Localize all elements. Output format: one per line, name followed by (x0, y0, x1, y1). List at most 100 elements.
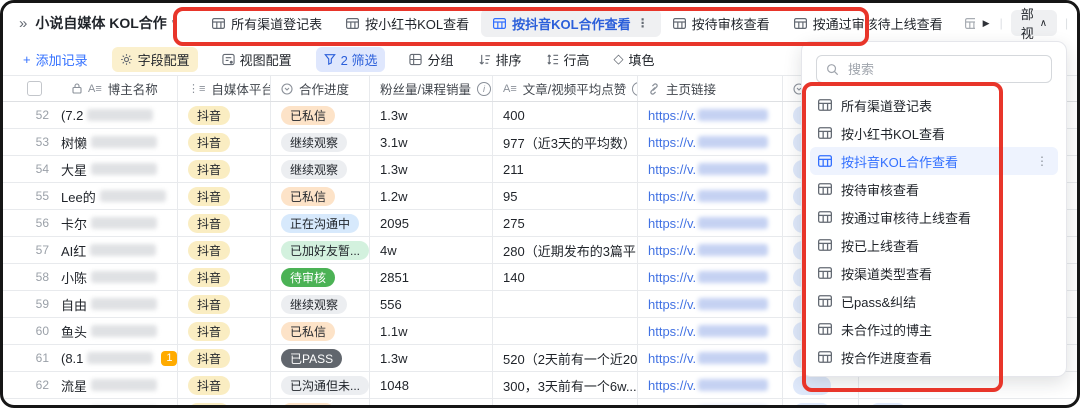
cell-likes[interactable]: 275 (493, 210, 638, 236)
group-button[interactable]: 分组 (409, 50, 454, 69)
view-item-more-icon[interactable]: ⋮ (1036, 154, 1048, 168)
cell-progress[interactable]: 已沟通但未... (271, 372, 370, 398)
cell-name[interactable]: 55 Lee的 (3, 183, 178, 209)
add-record-button[interactable]: + 添加记录 (23, 50, 88, 69)
view-tab[interactable]: 按待审核查看 (661, 9, 782, 37)
row-height-button[interactable]: 行高 (546, 50, 590, 69)
cell-likes[interactable]: 520（2天前有一个近20... (493, 345, 638, 371)
cell-fans[interactable]: 1.3w (370, 156, 493, 182)
cell-name[interactable]: 58 小陈 (3, 264, 178, 290)
cell-platform[interactable]: 抖音 (178, 318, 271, 344)
profile-link[interactable]: https://v. (648, 405, 696, 406)
cell-name[interactable]: 54 大星 (3, 156, 178, 182)
view-tab-truncated[interactable]: 按 (955, 9, 975, 37)
cell-link[interactable]: https://v. (638, 291, 783, 317)
cell-link[interactable]: https://v. (638, 237, 783, 263)
cell-progress[interactable]: 继续观察 (271, 291, 370, 317)
profile-link[interactable]: https://v. (648, 135, 696, 150)
cell-likes[interactable] (493, 291, 638, 317)
info-icon[interactable]: i (476, 81, 491, 96)
cell-progress[interactable]: 已私信 (271, 318, 370, 344)
cell-platform[interactable]: 抖音 (178, 210, 271, 236)
header-name[interactable]: A≡ 博主名称 (3, 76, 178, 101)
cell-fans[interactable]: 2851 (370, 264, 493, 290)
view-list-item[interactable]: 按抖音KOL合作查看 ⋮ (810, 147, 1058, 175)
cell-hidden-select[interactable]: 重复 (783, 399, 859, 405)
cell-fans[interactable]: 4664 (370, 399, 493, 405)
cell-progress[interactable]: 待审核 (271, 264, 370, 290)
cell-likes[interactable]: 280（近期发布的3篇平... (493, 237, 638, 263)
cell-name[interactable]: 56 卡尔 (3, 210, 178, 236)
view-list-item[interactable]: 已pass&纠结 (810, 287, 1058, 315)
cell-fans[interactable]: 3.1w (370, 129, 493, 155)
view-tab[interactable]: 按小红书KOL查看 (334, 9, 481, 37)
cell-name[interactable]: 52 (7.2 (3, 102, 178, 128)
cell-fans[interactable]: 1.3w (370, 345, 493, 371)
cell-fans[interactable]: 1.3w (370, 102, 493, 128)
cell-likes[interactable]: 211 (493, 156, 638, 182)
cell-name[interactable]: 60 鱼头 (3, 318, 178, 344)
filter-button[interactable]: 2 筛选 (315, 46, 386, 72)
view-tab[interactable]: 所有渠道登记表 (200, 9, 334, 37)
profile-link[interactable]: https://v. (648, 351, 696, 366)
view-list-item[interactable]: 按渠道类型查看 (810, 259, 1058, 287)
view-list-item[interactable]: 按待审核查看 (810, 175, 1058, 203)
profile-link[interactable]: https://v. (648, 108, 696, 123)
cell-platform[interactable]: 抖音 (178, 102, 271, 128)
view-list-item[interactable]: 所有渠道登记表 (810, 91, 1058, 119)
cell-fans[interactable]: 4w (370, 237, 493, 263)
profile-link[interactable]: https://v. (648, 189, 696, 204)
page-title[interactable]: 小说自媒体 KOL合作 (35, 13, 166, 33)
field-config-button[interactable]: 字段配置 (111, 46, 198, 72)
cell-platform[interactable]: 抖音 (178, 183, 271, 209)
cell-fans[interactable]: 556 (370, 291, 493, 317)
cell-link[interactable]: https://v. (638, 156, 783, 182)
cell-progress[interactable]: 已PASS (271, 345, 370, 371)
view-list-item[interactable]: 按小红书KOL查看 (810, 119, 1058, 147)
cell-likes[interactable] (493, 318, 638, 344)
profile-link[interactable]: https://v. (648, 297, 696, 312)
tab-more-icon[interactable]: ⋮ (637, 16, 649, 30)
cell-name[interactable]: 53 树懒 (3, 129, 178, 155)
cell-link[interactable]: https://v. (638, 264, 783, 290)
cell-platform[interactable]: 抖音 (178, 291, 271, 317)
view-tab[interactable]: 按通过审核待上线查看 (782, 9, 955, 37)
cell-hidden-2[interactable]: 重复 (859, 399, 1077, 405)
profile-link[interactable]: https://v. (648, 270, 696, 285)
cell-link[interactable]: https://v. (638, 210, 783, 236)
view-search-input[interactable] (846, 60, 1042, 78)
cell-name[interactable]: 63 任重 (3, 399, 178, 405)
cell-name[interactable]: 62 流星 (3, 372, 178, 398)
profile-link[interactable]: https://v. (648, 243, 696, 258)
cell-likes[interactable]: 160（两天前有一个近2... (493, 399, 638, 405)
header-fans[interactable]: 粉丝量/课程销量 i (370, 76, 493, 101)
cell-likes[interactable]: 300，3天前有一个6w... (493, 372, 638, 398)
cell-link[interactable]: https://v. (638, 102, 783, 128)
cell-fans[interactable]: 2095 (370, 210, 493, 236)
fill-color-button[interactable]: ◇ 填色 (614, 50, 655, 69)
header-likes[interactable]: A≡ 文章/视频平均点赞 i (493, 76, 638, 101)
cell-likes[interactable]: 977（近3天的平均数） (493, 129, 638, 155)
cell-name[interactable]: 61 (8.1 1 (3, 345, 178, 371)
header-link[interactable]: 主页链接 (638, 76, 783, 101)
cell-platform[interactable]: 抖音 (178, 264, 271, 290)
header-progress[interactable]: 合作进度 (271, 76, 370, 101)
cell-link[interactable]: https://v. (638, 318, 783, 344)
view-tab[interactable]: 按抖音KOL合作查看 ⋮ (481, 9, 661, 37)
cell-name[interactable]: 59 自由 (3, 291, 178, 317)
title-caret-icon[interactable]: ∨ (171, 18, 178, 29)
cell-progress[interactable]: 正在沟通中 (271, 210, 370, 236)
cell-likes[interactable]: 95 (493, 183, 638, 209)
cell-platform[interactable]: 抖音 (178, 345, 271, 371)
cell-progress[interactable]: 已私信 (271, 183, 370, 209)
view-list-item[interactable]: 未合作过的博主 (810, 315, 1058, 343)
sort-button[interactable]: 排序 (478, 50, 522, 69)
view-list-item[interactable]: 按已上线查看 (810, 231, 1058, 259)
cell-link[interactable]: https://v. (638, 183, 783, 209)
cell-name[interactable]: 57 AI红 (3, 237, 178, 263)
view-list-item[interactable]: 按通过审核待上线查看 (810, 203, 1058, 231)
select-all-checkbox[interactable] (27, 81, 42, 96)
view-list-item[interactable]: 按合作进度查看 (810, 343, 1058, 371)
cell-fans[interactable]: 1.2w (370, 183, 493, 209)
profile-link[interactable]: https://v. (648, 378, 696, 393)
